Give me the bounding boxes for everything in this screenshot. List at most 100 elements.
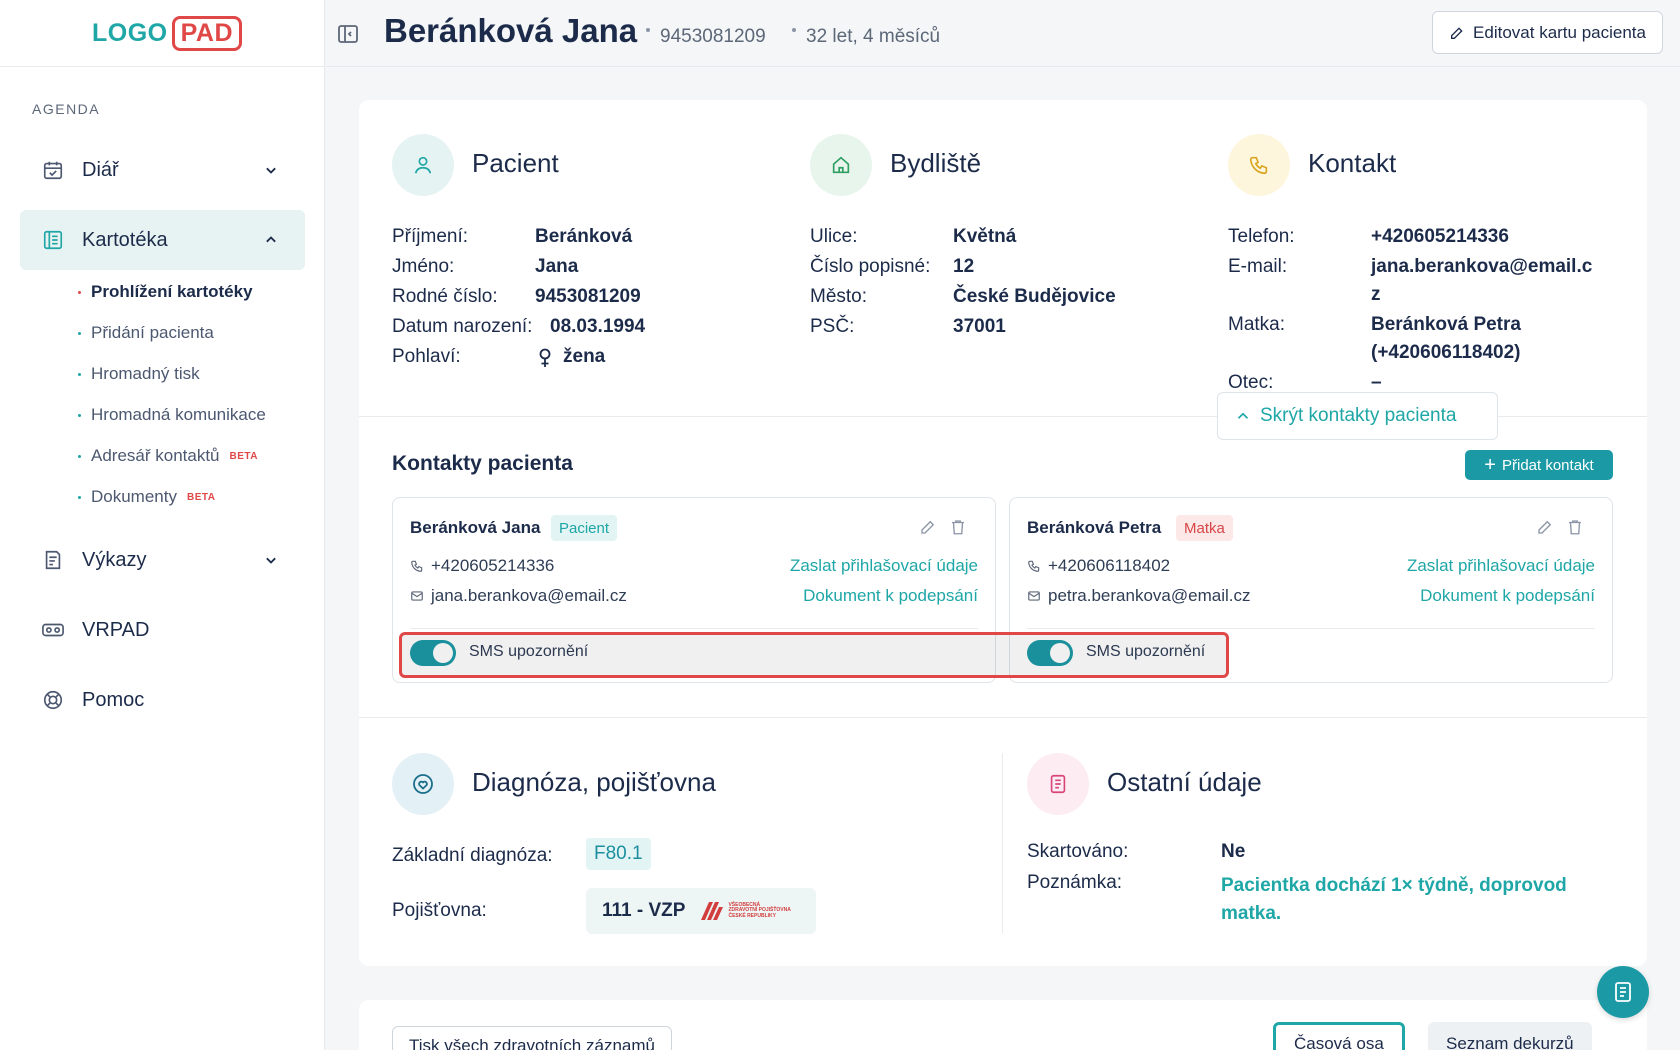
plus-icon: + <box>1484 454 1496 476</box>
section-title-contact: Kontakt <box>1308 148 1397 178</box>
beta-badge: BETA <box>229 450 258 462</box>
vr-headset-icon <box>40 617 66 643</box>
heart-icon <box>392 753 454 815</box>
shredded-label: Skartováno: <box>1027 841 1129 862</box>
sidebar-item-vrpad[interactable]: VRPAD <box>20 600 305 660</box>
patient-surname-label: Příjmení: <box>392 226 469 247</box>
add-contact-button[interactable]: + Přidat kontakt <box>1465 450 1613 480</box>
mail-icon <box>1028 591 1040 601</box>
sidebar-subitem-label: Dokumenty <box>91 487 177 506</box>
trash-icon[interactable] <box>949 518 967 536</box>
contact-phone-value: +420605214336 <box>1371 226 1509 247</box>
contact-email: petra.berankova@email.cz <box>1027 586 1250 606</box>
diagnosis-basic-value: F80.1 <box>586 838 651 870</box>
section-title-patient: Pacient <box>472 148 559 178</box>
contact-email-text: jana.berankova@email.cz <box>431 586 627 605</box>
lifebuoy-icon <box>40 687 66 713</box>
sidebar-item-diar[interactable]: Diář <box>20 140 305 200</box>
patient-firstname-value: Jana <box>535 256 579 277</box>
contact-role-badge: Pacient <box>551 515 618 541</box>
contact-email-value-line2: z <box>1371 284 1381 305</box>
top-bar: Beránková Jana 9453081209 32 let, 4 měsí… <box>326 0 1680 67</box>
sidebar-subitem-label: Hromadná komunikace <box>91 405 266 424</box>
contact-email-value-line1: jana.berankova@email.c <box>1371 256 1593 277</box>
folder-list-icon <box>40 227 66 253</box>
contact-mother-value-line1: Beránková Petra <box>1371 314 1521 335</box>
trash-icon[interactable] <box>1566 518 1584 536</box>
sidebar: LOGO PAD AGENDA Diář Kartotéka Prohlížen… <box>0 0 325 1050</box>
contact-email-label: E-mail: <box>1228 256 1288 277</box>
patient-birthnumber-value: 9453081209 <box>535 286 641 307</box>
address-street-value: Květná <box>953 226 1017 247</box>
tab-decursus-list[interactable]: Seznam dekurzů <box>1428 1022 1592 1050</box>
sidebar-subitem-label: Přidání pacienta <box>91 323 214 342</box>
tab-timeline[interactable]: Časová osa <box>1273 1022 1405 1050</box>
patient-surname-value: Beránková <box>535 226 633 247</box>
logo-area: LOGO PAD <box>0 0 324 67</box>
contact-father-label: Otec: <box>1228 372 1274 393</box>
sidebar-item-label: Diář <box>82 158 119 181</box>
address-number-label: Číslo popisné: <box>810 256 931 277</box>
document-icon <box>1615 982 1631 1002</box>
chevron-up-icon <box>266 236 276 243</box>
sidebar-subitem-prohlizeni[interactable]: Prohlížení kartotéky <box>78 282 253 302</box>
sidebar-subitem-label: Prohlížení kartotéky <box>91 282 253 301</box>
section-title-other: Ostatní údaje <box>1107 767 1262 797</box>
send-login-link[interactable]: Zaslat přihlašovací údaje <box>1407 556 1595 576</box>
chevron-down-icon <box>266 557 276 564</box>
phone-icon <box>1028 560 1040 572</box>
add-contact-label: Přidat kontakt <box>1501 456 1594 474</box>
header-age: 32 let, 4 měsíců <box>806 26 941 47</box>
patient-firstname-label: Jméno: <box>392 256 455 277</box>
patient-birthdate-value: 08.03.1994 <box>550 316 646 337</box>
contact-email: jana.berankova@email.cz <box>410 586 627 606</box>
sidebar-subitem-hromadny-tisk[interactable]: Hromadný tisk <box>78 364 200 384</box>
card-divider <box>410 628 978 629</box>
vzp-logo-text: VŠEOBECNÁ ZDRAVOTNÍ POJIŠŤOVNA ČESKÉ REP… <box>728 902 790 920</box>
sidebar-item-pomoc[interactable]: Pomoc <box>20 670 305 730</box>
insurer-label: Pojišťovna: <box>392 900 487 921</box>
address-city-value: České Budějovice <box>953 286 1116 307</box>
bullet-dot <box>78 454 81 458</box>
contact-name: Beránková Jana <box>410 518 541 537</box>
female-icon <box>539 348 551 367</box>
user-icon <box>392 134 454 196</box>
sidebar-subitem-pridani[interactable]: Přidání pacienta <box>78 323 214 343</box>
document-icon <box>1027 753 1089 815</box>
vzp-logo-line3: ČESKÉ REPUBLIKY <box>728 912 776 919</box>
send-login-link[interactable]: Zaslat přihlašovací údaje <box>790 556 978 576</box>
page-title-patient-name: Beránková Jana <box>384 12 638 49</box>
app-logo[interactable]: LOGO PAD <box>92 15 243 51</box>
sidebar-subitem-dokumenty[interactable]: Dokumenty BETA <box>78 487 215 507</box>
sidebar-subitem-hromadna-komunikace[interactable]: Hromadná komunikace <box>78 405 266 425</box>
header-birth-number: 9453081209 <box>660 26 766 47</box>
address-number-value: 12 <box>953 256 975 277</box>
contact-role-badge: Matka <box>1176 515 1233 541</box>
sidebar-item-label: Kartotéka <box>82 228 168 251</box>
sidebar-item-vykazy[interactable]: Výkazy <box>20 530 305 590</box>
bullet-dot <box>78 372 81 376</box>
sidebar-item-label: VRPAD <box>82 618 150 641</box>
records-card: Tisk všech zdravotních záznamů Časová os… <box>359 1000 1647 1050</box>
sidebar-item-kartoteka[interactable]: Kartotéka <box>20 210 305 270</box>
sign-document-link[interactable]: Dokument k podepsání <box>803 586 978 606</box>
chevron-up-icon <box>1237 412 1249 419</box>
mail-icon <box>411 591 423 601</box>
pencil-icon[interactable] <box>1536 518 1554 536</box>
patient-birthdate-label: Datum narození: <box>392 316 533 337</box>
calendar-icon <box>40 157 66 183</box>
sign-document-link[interactable]: Dokument k podepsání <box>1420 586 1595 606</box>
bullet-dot <box>78 413 81 417</box>
hide-contacts-button[interactable]: Skrýt kontakty pacienta <box>1217 392 1498 440</box>
print-all-records-button[interactable]: Tisk všech zdravotních záznamů <box>392 1026 672 1050</box>
sidebar-item-label: Výkazy <box>82 548 147 571</box>
pencil-icon[interactable] <box>919 518 937 536</box>
floating-document-button[interactable] <box>1597 966 1649 1018</box>
sidebar-subitem-adresar[interactable]: Adresář kontaktů BETA <box>78 446 258 466</box>
edit-patient-card-button[interactable]: Editovat kartu pacienta <box>1432 11 1663 54</box>
contact-phone-label: Telefon: <box>1228 226 1295 247</box>
address-zip-value: 37001 <box>953 316 1006 337</box>
contact-phone-text: +420606118402 <box>1048 556 1171 575</box>
sidebar-toggle-icon[interactable] <box>336 22 360 46</box>
report-icon <box>40 547 66 573</box>
